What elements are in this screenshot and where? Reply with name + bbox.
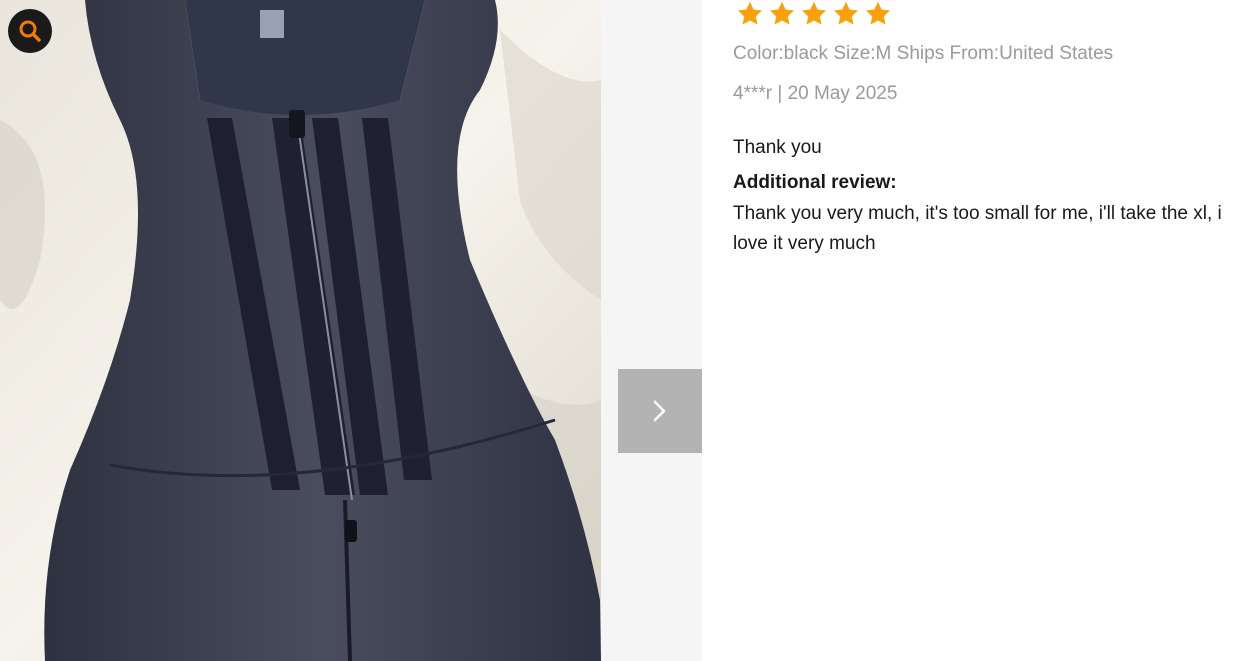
additional-review-text: Thank you very much, it's too small for … — [733, 203, 1222, 254]
zoom-button[interactable] — [8, 9, 52, 53]
sku-info: Color:black Size:M Ships From:United Sta… — [733, 43, 1114, 64]
review-author-date: 4***r | 20 May 2025 — [733, 83, 898, 104]
next-image-button[interactable] — [618, 369, 702, 453]
star-icon — [865, 1, 891, 25]
review-image-gallery — [0, 0, 702, 661]
chevron-right-icon — [653, 400, 666, 422]
additional-review-heading: Additional review: — [733, 172, 897, 193]
review-details: Color:black Size:M Ships From:United Sta… — [702, 0, 1257, 661]
review-photo[interactable] — [0, 0, 601, 661]
star-icon — [769, 1, 795, 25]
star-icon — [737, 1, 763, 25]
search-icon — [19, 20, 41, 42]
star-icon — [833, 1, 859, 25]
star-icon — [801, 1, 827, 25]
review-text: Thank you — [733, 137, 822, 158]
star-rating — [735, 0, 893, 28]
